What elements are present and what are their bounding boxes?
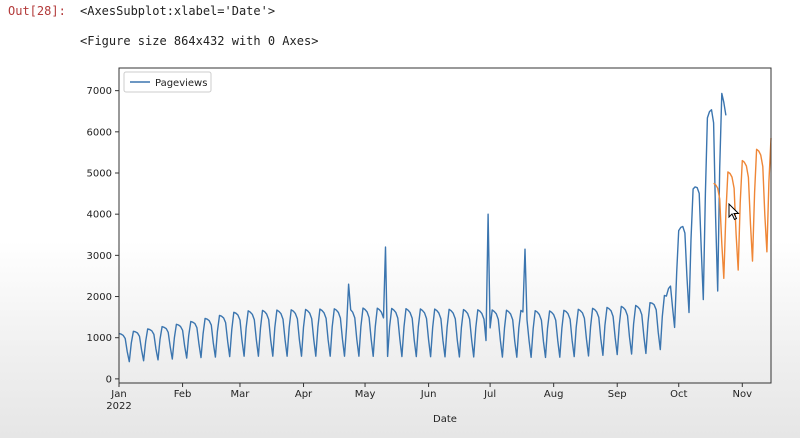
mouse-cursor-icon [728,203,740,221]
ticks-layer: 0 1000 2000 3000 4000 5000 6000 7000 Jan2022 Feb M… [87,86,753,412]
x-tick-label-mar: Mar [231,389,251,400]
x-tick-label-apr: Apr [295,389,313,400]
x-tick-year-label: 2022 [106,401,131,412]
x-tick-label-jun: Jun [420,389,437,400]
x-tick-label-aug: Aug [544,389,564,400]
y-tick-label-2000: 2000 [87,292,112,303]
series-line-pageviews [118,92,727,363]
y-tick-label-0: 0 [106,374,112,385]
x-tick-label-sep: Sep [608,389,627,400]
x-axis-label: Date [433,414,457,425]
legend-entry-pageviews: Pageviews [155,78,207,89]
series-line-forecast [713,137,772,279]
y-tick-label-4000: 4000 [87,210,112,221]
y-tick-label-7000: 7000 [87,86,112,97]
x-tick-label-jan: Jan [110,389,126,400]
x-tick-label-jul: Jul [483,389,496,400]
legend: Pageviews [123,71,212,93]
x-tick-label-may: May [355,389,376,400]
line-chart: 0 1000 2000 3000 4000 5000 6000 7000 Jan2022 Feb M… [87,67,772,425]
x-tick-label-feb: Feb [174,389,192,400]
y-tick-label-3000: 3000 [87,251,112,262]
x-tick-label-oct: Oct [670,389,687,400]
y-tick-label-6000: 6000 [87,127,112,138]
plot-layer [118,92,772,363]
y-tick-label-1000: 1000 [87,333,112,344]
y-tick-label-5000: 5000 [87,169,112,180]
x-tick-label-nov: Nov [733,389,753,400]
